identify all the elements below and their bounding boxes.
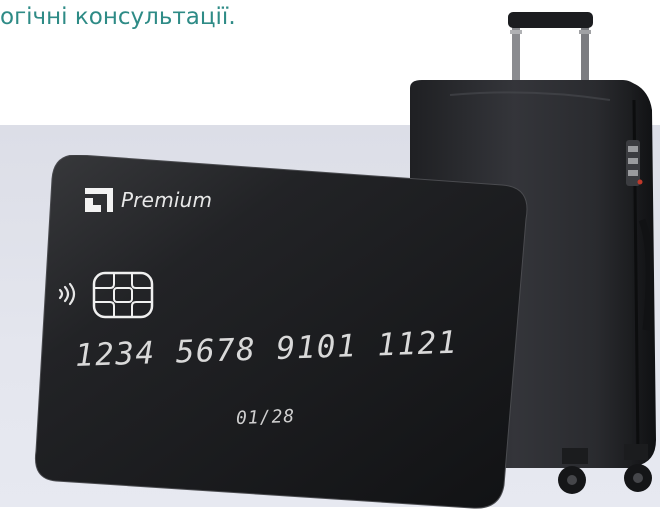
card-brand: Premium: [82, 186, 212, 214]
bank-logo-icon: [85, 188, 113, 212]
card-expiry: 01/28: [235, 405, 296, 430]
payment-card: Premium 1234 5678 9101 1121 01/28: [32, 155, 542, 510]
chip-icon: [92, 271, 154, 319]
section-heading: огічні консультації.: [0, 4, 236, 30]
card-brand-name: Premium: [121, 188, 213, 212]
contactless-icon: [58, 282, 76, 306]
